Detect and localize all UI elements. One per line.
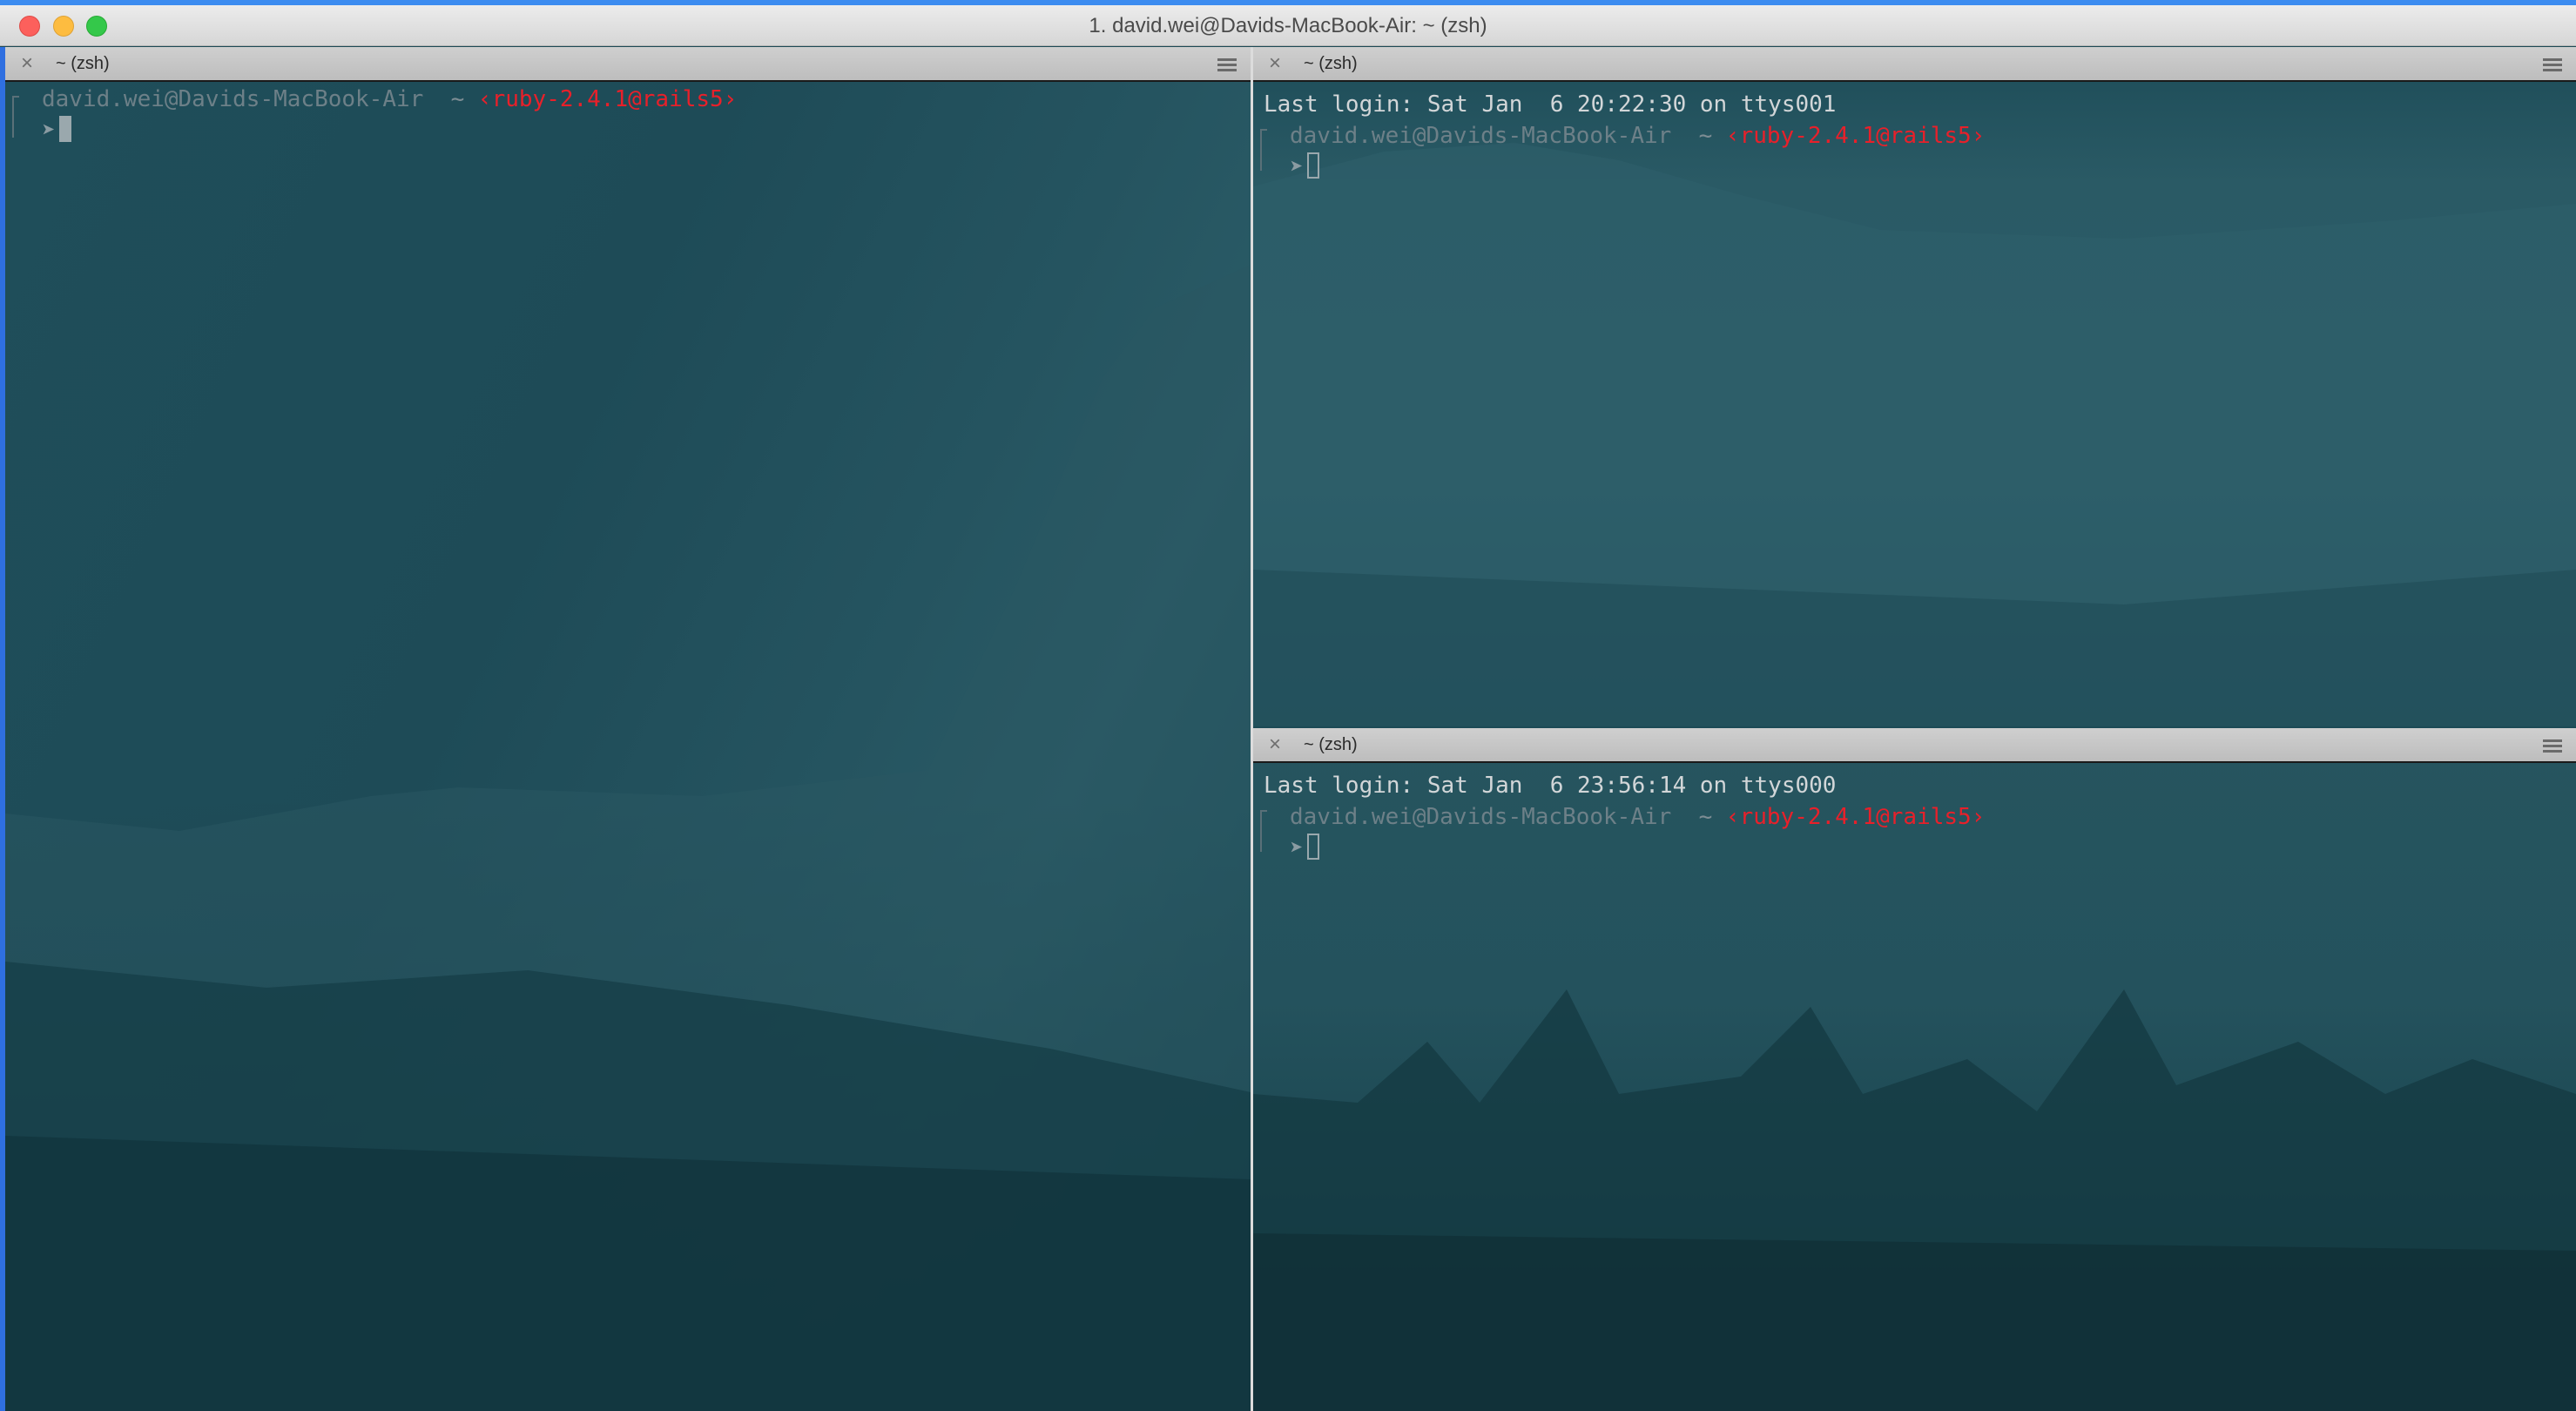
text-cursor bbox=[1306, 834, 1319, 860]
input-line[interactable]: ➤ bbox=[1264, 152, 2576, 183]
prompt-rvm: ‹ruby-2.4.1@rails5› bbox=[1725, 123, 1986, 149]
window-title: 1. david.wei@Davids-MacBook-Air: ~ (zsh) bbox=[1089, 14, 1487, 37]
pane-tab-title: ~ (zsh) bbox=[1304, 735, 1358, 754]
pane-top-right[interactable]: × ~ (zsh) Last login: Sat Jan 6 20:22:30… bbox=[1253, 47, 2576, 726]
pane-top-right-terminal[interactable]: Last login: Sat Jan 6 20:22:30 on ttys00… bbox=[1253, 82, 2576, 726]
hamburger-menu-icon[interactable] bbox=[1217, 58, 1237, 71]
last-login-line: Last login: Sat Jan 6 23:56:14 on ttys00… bbox=[1264, 773, 1837, 799]
pane-tab-title: ~ (zsh) bbox=[56, 54, 110, 73]
hamburger-menu-icon[interactable] bbox=[2543, 58, 2562, 71]
input-line[interactable]: ➤ bbox=[1264, 833, 2576, 864]
prompt-line: david.wei@Davids-MacBook-Air ~ ‹ruby-2.4… bbox=[1264, 801, 2576, 833]
hamburger-menu-icon[interactable] bbox=[2543, 739, 2562, 753]
pane-tab-title: ~ (zsh) bbox=[1304, 54, 1358, 73]
prompt-dir: ~ bbox=[450, 86, 465, 112]
text-cursor bbox=[1306, 152, 1319, 179]
prompt-dir: ~ bbox=[1698, 804, 1713, 830]
prompt-arrow-icon: ➤ bbox=[42, 118, 56, 144]
prompt-user: david.wei@Davids-MacBook-Air bbox=[42, 86, 424, 112]
prompt-line: david.wei@Davids-MacBook-Air ~ ‹ruby-2.4… bbox=[1264, 120, 2576, 152]
text-cursor bbox=[58, 116, 71, 142]
pane-header[interactable]: × ~ (zsh) bbox=[1253, 47, 2576, 82]
prompt-rvm: ‹ruby-2.4.1@rails5› bbox=[1725, 804, 1986, 830]
last-login-line: Last login: Sat Jan 6 20:22:30 on ttys00… bbox=[1264, 91, 1837, 118]
pane-bottom-right[interactable]: × ~ (zsh) Last login: Sat Jan 6 23:56:14… bbox=[1253, 728, 2576, 1411]
pane-left[interactable]: david.wei@Davids-MacBook-Air ~ ‹ruby-2.4… bbox=[5, 47, 1251, 1411]
prompt-arrow-icon: ➤ bbox=[1290, 154, 1304, 180]
pane-left-header[interactable]: × ~ (zsh) bbox=[5, 47, 1251, 82]
close-icon[interactable]: × bbox=[21, 53, 33, 74]
pane-header[interactable]: × ~ (zsh) bbox=[1253, 728, 2576, 763]
pane-left-terminal[interactable]: david.wei@Davids-MacBook-Air ~ ‹ruby-2.4… bbox=[5, 47, 1251, 1411]
prompt-arrow-icon: ➤ bbox=[1290, 835, 1304, 861]
prompt-rvm: ‹ruby-2.4.1@rails5› bbox=[477, 86, 738, 112]
terminal-window: 1. david.wei@Davids-MacBook-Air: ~ (zsh)… bbox=[0, 0, 2576, 1411]
prompt-user: david.wei@Davids-MacBook-Air bbox=[1290, 804, 1672, 830]
prompt-user: david.wei@Davids-MacBook-Air bbox=[1290, 123, 1672, 149]
prompt-dir: ~ bbox=[1698, 123, 1713, 149]
close-icon[interactable]: × bbox=[1269, 53, 1281, 74]
title-bar[interactable]: 1. david.wei@Davids-MacBook-Air: ~ (zsh) bbox=[0, 0, 2576, 46]
close-icon[interactable]: × bbox=[1269, 734, 1281, 755]
prompt-line: david.wei@Davids-MacBook-Air ~ ‹ruby-2.4… bbox=[16, 84, 1251, 115]
pane-bottom-right-terminal[interactable]: Last login: Sat Jan 6 23:56:14 on ttys00… bbox=[1253, 763, 2576, 1411]
input-line[interactable]: ➤ bbox=[16, 115, 1251, 146]
